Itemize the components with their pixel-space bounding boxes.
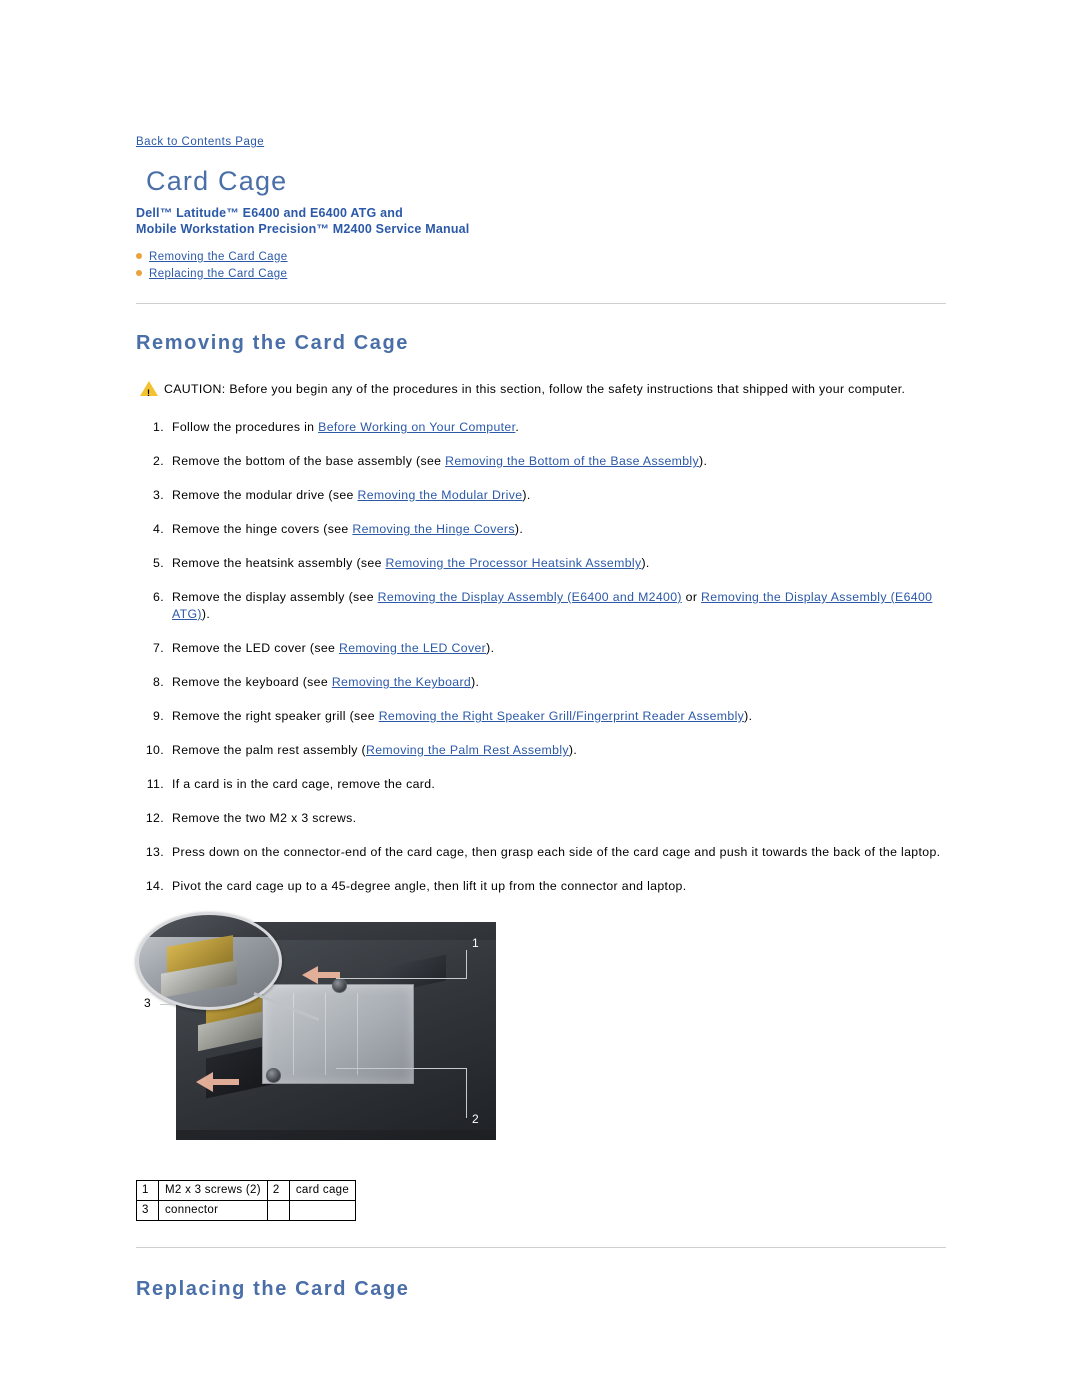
step-text: Remove the modular drive (see <box>172 488 358 502</box>
document-content: Back to Contents Page Card Cage Dell™ La… <box>136 132 946 1327</box>
toc-link-replacing[interactable]: Replacing the Card Cage <box>149 268 287 280</box>
leader-line-2b <box>466 1068 467 1118</box>
step-text-post: . <box>515 420 520 434</box>
list-item: Remove the hinge covers (see Removing th… <box>136 521 946 538</box>
step-link[interactable]: Removing the Hinge Covers <box>352 522 515 536</box>
divider <box>136 303 946 304</box>
list-item: Remove the right speaker grill (see Remo… <box>136 708 946 725</box>
step-link[interactable]: Before Working on Your Computer <box>318 420 515 434</box>
section-heading-removing: Removing the Card Cage <box>136 332 410 354</box>
legend-label-3: connector <box>158 1200 268 1221</box>
screw-2 <box>266 1068 281 1083</box>
list-item: Press down on the connector-end of the c… <box>136 844 946 861</box>
push-arrow-lower-shaft <box>213 1079 239 1085</box>
step-text: Remove the two M2 x 3 screws. <box>172 811 357 825</box>
step-text: Remove the keyboard (see <box>172 675 332 689</box>
step-text: Remove the right speaker grill (see <box>172 709 379 723</box>
list-item: Remove the modular drive (see Removing t… <box>136 487 946 504</box>
step-text-post: ). <box>514 522 524 536</box>
list-item: Remove the display assembly (see Removin… <box>136 589 946 623</box>
step-text-mid: or <box>681 590 702 604</box>
legend-num-empty <box>266 1200 290 1221</box>
step-text-post: ). <box>568 743 578 757</box>
list-item: Remove the bottom of the base assembly (… <box>136 453 946 470</box>
legend-num-3: 3 <box>136 1200 159 1221</box>
step-text: Remove the bottom of the base assembly (… <box>172 454 446 468</box>
step-link[interactable]: Removing the Display Assembly (E6400 and… <box>378 590 682 604</box>
list-item: Remove the keyboard (see Removing the Ke… <box>136 674 946 691</box>
step-text: Remove the LED cover (see <box>172 641 339 655</box>
push-arrow-upper-icon <box>302 966 318 984</box>
toc-item-removing[interactable]: Removing the Card Cage <box>136 249 946 266</box>
step-text-post: ). <box>744 709 753 723</box>
legend-label-2: card cage <box>288 1180 357 1201</box>
screw-1 <box>332 978 347 993</box>
callout-2: 2 <box>472 1112 479 1126</box>
legend-label-empty <box>288 1200 357 1221</box>
step-text: Pivot the card cage up to a 45-degree an… <box>172 879 687 893</box>
step-text-post: ). <box>486 641 495 655</box>
leader-line-2 <box>336 1068 466 1069</box>
callout-3: 3 <box>144 996 151 1010</box>
callout-1: 1 <box>472 936 479 950</box>
step-link[interactable]: Removing the Right Speaker Grill/Fingerp… <box>379 709 744 723</box>
list-item: Follow the procedures in Before Working … <box>136 419 946 436</box>
bullet-icon <box>136 270 142 276</box>
document-subtitle: Dell™ Latitude™ E6400 and E6400 ATG and … <box>136 205 946 237</box>
table-row: 3 connector <box>136 1200 357 1221</box>
subtitle-line-2: Mobile Workstation Precision™ M2400 Serv… <box>136 222 470 236</box>
subtitle-line-1: Dell™ Latitude™ E6400 and E6400 ATG and <box>136 206 403 220</box>
caution-notice: CAUTION: Before you begin any of the pro… <box>136 381 946 401</box>
warning-triangle-icon <box>140 381 158 401</box>
step-text: Remove the display assembly (see <box>172 590 378 604</box>
push-arrow-lower-icon <box>196 1072 213 1092</box>
bullet-icon <box>136 253 142 259</box>
step-link[interactable]: Removing the Processor Heatsink Assembly <box>386 556 642 570</box>
caution-text: CAUTION: Before you begin any of the pro… <box>164 382 906 396</box>
list-item: Remove the LED cover (see Removing the L… <box>136 640 946 657</box>
divider-2 <box>136 1247 946 1248</box>
step-link[interactable]: Removing the Bottom of the Base Assembly <box>445 454 699 468</box>
section-heading-replacing: Replacing the Card Cage <box>136 1278 410 1300</box>
legend-num-2: 2 <box>266 1180 290 1201</box>
step-text: Remove the heatsink assembly (see <box>172 556 386 570</box>
figure-legend-table: 1 M2 x 3 screws (2) 2 card cage 3 connec… <box>136 1180 357 1221</box>
step-text: Follow the procedures in <box>172 420 319 434</box>
step-text-post: ). <box>641 556 650 570</box>
step-text-post: ). <box>522 488 531 502</box>
step-text-post: ). <box>699 454 708 468</box>
step-link[interactable]: Removing the Modular Drive <box>357 488 522 502</box>
leader-line-3 <box>160 1004 176 1005</box>
step-text-post: ). <box>201 607 211 621</box>
page-title: Card Cage <box>146 166 288 196</box>
step-text: Remove the palm rest assembly ( <box>172 743 367 757</box>
legend-num-1: 1 <box>136 1180 159 1201</box>
step-link[interactable]: Removing the LED Cover <box>339 641 486 655</box>
step-text: Remove the hinge covers (see <box>172 522 353 536</box>
card-cage-figure: 1 2 3 <box>136 912 556 1162</box>
step-link[interactable]: Removing the Keyboard <box>332 675 471 689</box>
procedure-step-list: Follow the procedures in Before Working … <box>136 419 946 895</box>
list-item: If a card is in the card cage, remove th… <box>136 776 946 793</box>
document-page: Back to Contents Page Card Cage Dell™ La… <box>0 0 1080 1397</box>
toc-item-replacing[interactable]: Replacing the Card Cage <box>136 266 946 283</box>
toc-link-removing[interactable]: Removing the Card Cage <box>149 251 288 263</box>
list-item: Remove the heatsink assembly (see Removi… <box>136 555 946 572</box>
step-text: If a card is in the card cage, remove th… <box>172 777 436 791</box>
step-text-post: ). <box>471 675 480 689</box>
card-cage-part <box>262 984 414 1084</box>
legend-label-1: M2 x 3 screws (2) <box>158 1180 268 1201</box>
step-text: Press down on the connector-end of the c… <box>172 845 941 859</box>
list-item: Remove the two M2 x 3 screws. <box>136 810 946 827</box>
step-link[interactable]: Removing the Palm Rest Assembly <box>366 743 569 757</box>
list-item: Pivot the card cage up to a 45-degree an… <box>136 878 946 895</box>
leader-line-1b <box>466 950 467 979</box>
table-row: 1 M2 x 3 screws (2) 2 card cage <box>136 1180 357 1201</box>
list-item: Remove the palm rest assembly (Removing … <box>136 742 946 759</box>
table-of-contents: Removing the Card Cage Replacing the Car… <box>136 249 946 283</box>
back-to-contents-link[interactable]: Back to Contents Page <box>136 136 264 148</box>
leader-line-1 <box>336 978 466 979</box>
